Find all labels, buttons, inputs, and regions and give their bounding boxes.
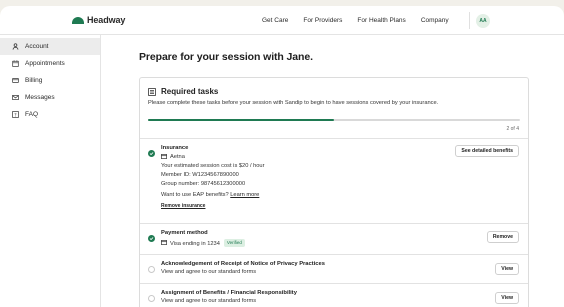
top-nav-bar: Headway Get Care For Providers For Healt… (0, 6, 564, 35)
question-icon: ? (10, 111, 20, 118)
sidebar-item-label: Appointments (25, 60, 65, 67)
task-title: Assignment of Benefits / Financial Respo… (161, 290, 297, 296)
learn-more-link[interactable]: Learn more (230, 192, 259, 198)
task-privacy-practices: Acknowledgement of Receipt of Notice of … (140, 255, 528, 284)
verified-badge: Verified (223, 238, 245, 248)
sidebar-item-messages[interactable]: Messages (0, 89, 100, 106)
nav-get-care[interactable]: Get Care (262, 17, 288, 24)
nav-for-providers[interactable]: For Providers (303, 17, 342, 24)
avatar[interactable]: AA (476, 14, 490, 28)
nav-for-health-plans[interactable]: For Health Plans (357, 17, 405, 24)
task-assignment-of-benefits: Assignment of Benefits / Financial Respo… (140, 284, 528, 307)
payment-card: Visa ending in 1234 (170, 240, 220, 247)
sidebar-item-label: Billing (25, 77, 43, 84)
check-circle-icon (148, 150, 155, 157)
user-icon (10, 43, 20, 50)
calendar-icon (10, 60, 20, 67)
session-cost: Your estimated session cost is $20 / hou… (161, 162, 265, 169)
required-tasks-card: Required tasks Please complete these tas… (139, 77, 529, 307)
eap-row: Want to use EAP benefits? Learn more (161, 192, 528, 199)
insurance-provider: Aetna (170, 153, 185, 160)
headway-logo[interactable]: Headway (72, 15, 125, 25)
eap-text: Want to use EAP benefits? (161, 191, 231, 198)
card-subtitle: Please complete these tasks before your … (148, 100, 439, 106)
progress-fill (148, 119, 334, 121)
task-title: Acknowledgement of Receipt of Notice of … (161, 261, 325, 267)
mail-icon (10, 94, 20, 101)
sidebar-item-label: Account (25, 43, 49, 50)
member-id: Member ID: W1234567890000 (161, 171, 239, 178)
tasks-progress-bar (148, 119, 520, 121)
remove-payment-button[interactable]: Remove (486, 231, 519, 243)
brand-name: Headway (87, 15, 126, 25)
view-privacy-button[interactable]: View (495, 263, 519, 275)
main-nav: Get Care For Providers For Health Plans … (262, 17, 464, 24)
task-title: Payment method (161, 230, 208, 236)
sidebar: Account Appointments Billing Messages ? … (0, 35, 101, 307)
sidebar-item-appointments[interactable]: Appointments (0, 55, 100, 72)
checklist-icon (148, 87, 161, 96)
card-title-row: Required tasks (148, 87, 520, 96)
card-title: Required tasks (161, 87, 219, 96)
remove-insurance-row: Remove insurance (161, 202, 528, 209)
page-title: Prepare for your session with Jane. (139, 51, 313, 63)
sidebar-item-account[interactable]: Account (0, 38, 100, 55)
sidebar-item-billing[interactable]: Billing (0, 72, 100, 89)
see-detailed-benefits-button[interactable]: See detailed benefits (455, 145, 519, 157)
nav-company[interactable]: Company (421, 17, 449, 24)
task-description: View and agree to our standard forms (161, 268, 257, 275)
sidebar-item-label: FAQ (25, 111, 39, 118)
card-header: Required tasks Please complete these tas… (140, 78, 528, 139)
empty-circle-icon (148, 266, 155, 273)
app-window: Headway Get Care For Providers For Healt… (0, 6, 564, 307)
task-payment-method: Payment method Visa ending in 1234 Verifi… (140, 224, 528, 255)
task-insurance: Insurance Aetna Your estimated session c… (140, 139, 528, 224)
card-icon (161, 240, 167, 246)
view-benefits-button[interactable]: View (495, 292, 519, 304)
empty-circle-icon (148, 295, 155, 302)
main-content: Prepare for your session with Jane. Requ… (139, 35, 539, 307)
sidebar-item-faq[interactable]: ? FAQ (0, 106, 100, 123)
card-icon (10, 77, 20, 84)
remove-insurance-link[interactable]: Remove insurance (161, 203, 205, 209)
group-number: Group number: 98745612300000 (161, 180, 246, 187)
check-circle-icon (148, 235, 155, 242)
payment-card-row: Visa ending in 1234 Verified (161, 238, 528, 248)
card-icon (161, 153, 167, 159)
task-description: View and agree to our standard forms (161, 297, 257, 304)
nav-divider (469, 12, 470, 29)
sidebar-item-label: Messages (25, 94, 55, 101)
logo-mark-icon (72, 16, 84, 24)
progress-count: 2 of 4 (506, 126, 519, 132)
